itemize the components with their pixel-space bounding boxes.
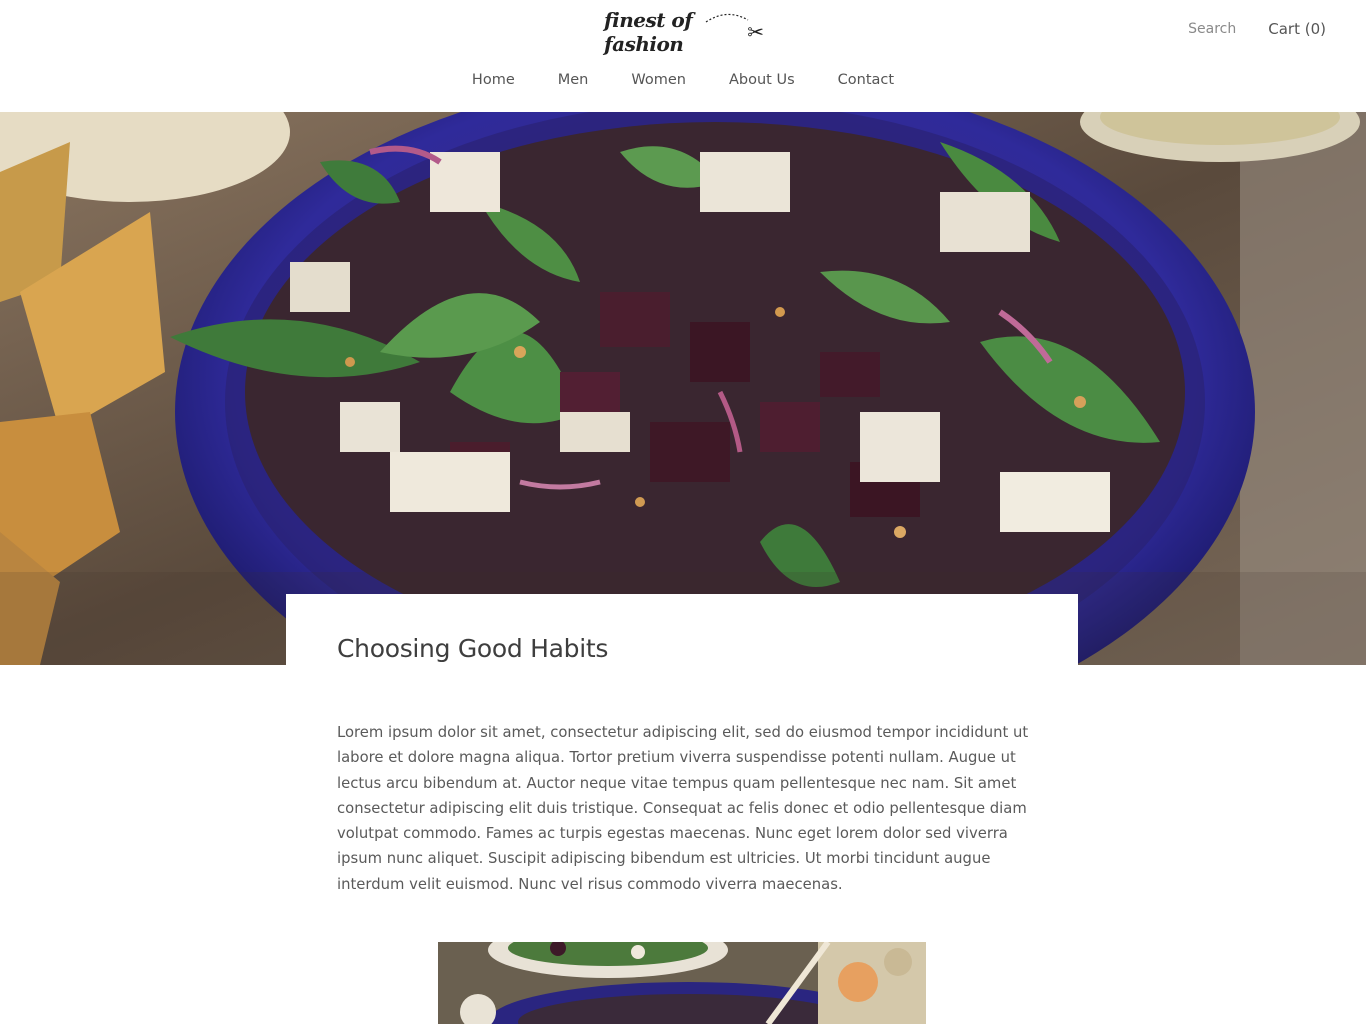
- nav-item-about-us[interactable]: About Us: [729, 72, 795, 88]
- site-header: finest of fashion ✂ Search Cart (0) Home…: [0, 0, 1366, 112]
- salad-table-photo: [438, 942, 926, 1024]
- header-actions: Search Cart (0): [1188, 20, 1326, 38]
- article-body: Lorem ipsum dolor sit amet, consectetur …: [337, 724, 1029, 893]
- hero-image: [0, 112, 1366, 665]
- nav-item-men[interactable]: Men: [558, 72, 589, 88]
- main-nav: Home Men Women About Us Contact: [0, 72, 1366, 88]
- nav-item-home[interactable]: Home: [472, 72, 515, 88]
- article-title: Choosing Good Habits: [337, 634, 609, 663]
- nav-item-women[interactable]: Women: [631, 72, 686, 88]
- brand-logo[interactable]: finest of fashion ✂: [604, 8, 764, 56]
- nav-item-contact[interactable]: Contact: [838, 72, 894, 88]
- cart-link[interactable]: Cart (0): [1268, 20, 1326, 38]
- salad-bowl-photo: [0, 112, 1366, 665]
- search-link[interactable]: Search: [1188, 21, 1236, 37]
- stitch-line-icon: [705, 13, 749, 23]
- article-image: [438, 942, 926, 1024]
